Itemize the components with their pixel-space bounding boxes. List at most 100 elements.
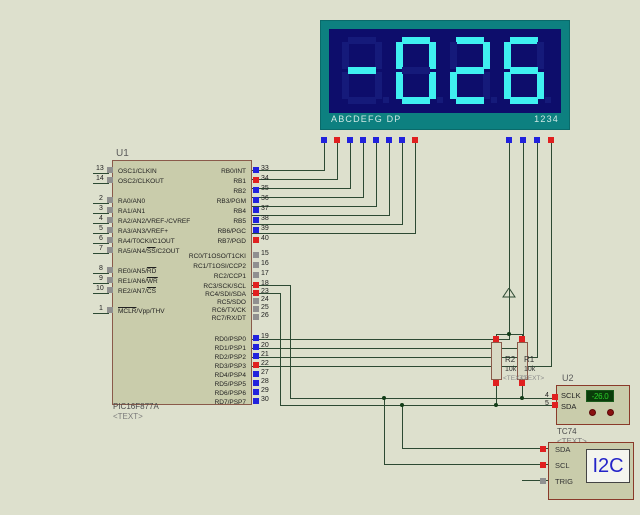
wire-vcc-drop: [509, 296, 510, 334]
resistor-r2-pin-top[interactable]: [493, 336, 499, 342]
display-pin-digit2[interactable]: [520, 137, 526, 143]
resistor-r1-pin-bottom[interactable]: [519, 380, 525, 386]
display-pin-g[interactable]: [399, 137, 405, 143]
u1-pin-20[interactable]: [253, 344, 259, 350]
display-pin-a[interactable]: [321, 137, 327, 143]
u1-pinnum-29: 29: [261, 387, 269, 394]
u1-pin-34[interactable]: [253, 177, 259, 183]
resistor-r1-pin-top[interactable]: [519, 336, 525, 342]
u1-pinnum-16: 16: [261, 260, 269, 267]
u2-pinnum-5: 5: [545, 400, 549, 407]
u2-pinlabel-sda: SDA: [561, 402, 577, 411]
u2-part-label: TC74: [557, 427, 577, 436]
i2c-pinlabel-sda: SDA: [555, 445, 571, 454]
junction-dbg-sda: [400, 403, 404, 407]
u1-pin-39[interactable]: [253, 227, 259, 233]
u1-pin-15[interactable]: [253, 252, 259, 258]
display-digit-4: [503, 37, 551, 105]
display-pin-f[interactable]: [386, 137, 392, 143]
display-pin-e[interactable]: [373, 137, 379, 143]
u1-pin-25[interactable]: [253, 306, 259, 312]
u2-pin-sda[interactable]: [552, 402, 558, 408]
u1-pinlabel-rb2: RB2: [233, 188, 246, 195]
u1-pin-30[interactable]: [253, 398, 259, 404]
u1-pinlabel-rc7: RC7/RX/DT: [211, 315, 246, 322]
digit2-segment-b: [429, 42, 436, 69]
u1-pinnum-25: 25: [261, 304, 269, 311]
display-pin-dp[interactable]: [412, 137, 418, 143]
display-pin-digit3[interactable]: [534, 137, 540, 143]
u1-pin-33[interactable]: [253, 167, 259, 173]
u1-pinlabel-rd5: RD5/PSP5: [214, 381, 246, 388]
u1-pin-19[interactable]: [253, 335, 259, 341]
u1-reference-label: U1: [116, 148, 129, 159]
resistor-r2-body[interactable]: [491, 342, 502, 380]
u1-pinwire-5: [93, 233, 109, 234]
u1-pinnum-6: 6: [99, 235, 103, 242]
wire-seg-g-h: [252, 224, 402, 225]
u1-pin-38[interactable]: [253, 217, 259, 223]
u1-pin-26[interactable]: [253, 314, 259, 320]
digit1-segment-e: [342, 72, 349, 99]
i2c-pin-trig[interactable]: [540, 478, 546, 484]
display-pin-d[interactable]: [360, 137, 366, 143]
wire-dig3: [537, 140, 538, 358]
u1-pin-35[interactable]: [253, 187, 259, 193]
u1-pinwire-3: [93, 213, 109, 214]
u1-pinlabel-rb4: RB4: [233, 208, 246, 215]
u1-pin-24[interactable]: [253, 298, 259, 304]
digit1-segment-c: [375, 72, 382, 99]
u1-pin-18[interactable]: [253, 282, 259, 288]
schematic-canvas[interactable]: ABCDEFG DP 1234 U1 PIC16F877A <TEXT> OSC…: [0, 0, 640, 515]
digit4-segment-f: [504, 42, 511, 69]
wire-dbg-sda-v: [402, 405, 403, 448]
u1-pin-23[interactable]: [253, 290, 259, 296]
digit3-segment-b: [483, 42, 490, 69]
u1-pin-16[interactable]: [253, 262, 259, 268]
u1-pin-27[interactable]: [253, 371, 259, 377]
display-segment-pin-labels: ABCDEFG DP: [331, 114, 402, 124]
u1-pin-40[interactable]: [253, 237, 259, 243]
u1-pin-36[interactable]: [253, 197, 259, 203]
u1-pin-21[interactable]: [253, 353, 259, 359]
resistor-r2-ref: R2: [505, 355, 516, 364]
power-supply-icon: [502, 288, 516, 298]
seven-segment-display[interactable]: ABCDEFG DP 1234: [320, 20, 570, 130]
u1-pinwire-1: [93, 313, 109, 314]
u1-pinlabel-rd1: RD1/PSP1: [214, 345, 246, 352]
digit2-segment-e: [396, 72, 403, 99]
u1-pin-17[interactable]: [253, 272, 259, 278]
display-digit-3: [449, 37, 497, 105]
display-pin-digit4[interactable]: [548, 137, 554, 143]
resistor-r2-pin-bottom[interactable]: [493, 380, 499, 386]
u1-pinnum-19: 19: [261, 333, 269, 340]
u1-pinnum-14: 14: [96, 175, 104, 182]
digit3-segment-c: [483, 72, 490, 99]
wire-seg-e: [376, 140, 377, 207]
i2c-pin-sda[interactable]: [540, 446, 546, 452]
display-pin-b[interactable]: [334, 137, 340, 143]
junction-sda-bus: [494, 403, 498, 407]
u1-pinnum-37: 37: [261, 205, 269, 212]
u1-pinnum-34: 34: [261, 175, 269, 182]
i2c-pin-scl[interactable]: [540, 462, 546, 468]
u1-pinlabel-rd2: RD2/PSP2: [214, 354, 246, 361]
u1-pin-22[interactable]: [253, 362, 259, 368]
u1-pin-28[interactable]: [253, 380, 259, 386]
u1-text-label: <TEXT>: [113, 412, 143, 421]
u1-pinnum-36: 36: [261, 195, 269, 202]
u1-pinwire-4: [93, 223, 109, 224]
u2-pin-sclk[interactable]: [552, 394, 558, 400]
u1-pinnum-35: 35: [261, 185, 269, 192]
u1-pinnum-39: 39: [261, 225, 269, 232]
digit3-segment-a: [456, 37, 484, 44]
u1-pinlabel-osc1: OSC1/CLKIN: [118, 168, 157, 175]
u1-pinlabel-rb0: RB0/INT: [221, 168, 246, 175]
u1-pin-29[interactable]: [253, 389, 259, 395]
u1-pin-37[interactable]: [253, 207, 259, 213]
wire-scl-drop: [290, 285, 291, 399]
digit2-decimal-point: [437, 97, 443, 103]
display-pin-c[interactable]: [347, 137, 353, 143]
display-pin-digit1[interactable]: [506, 137, 512, 143]
u1-pinlabel-rb5: RB5: [233, 218, 246, 225]
